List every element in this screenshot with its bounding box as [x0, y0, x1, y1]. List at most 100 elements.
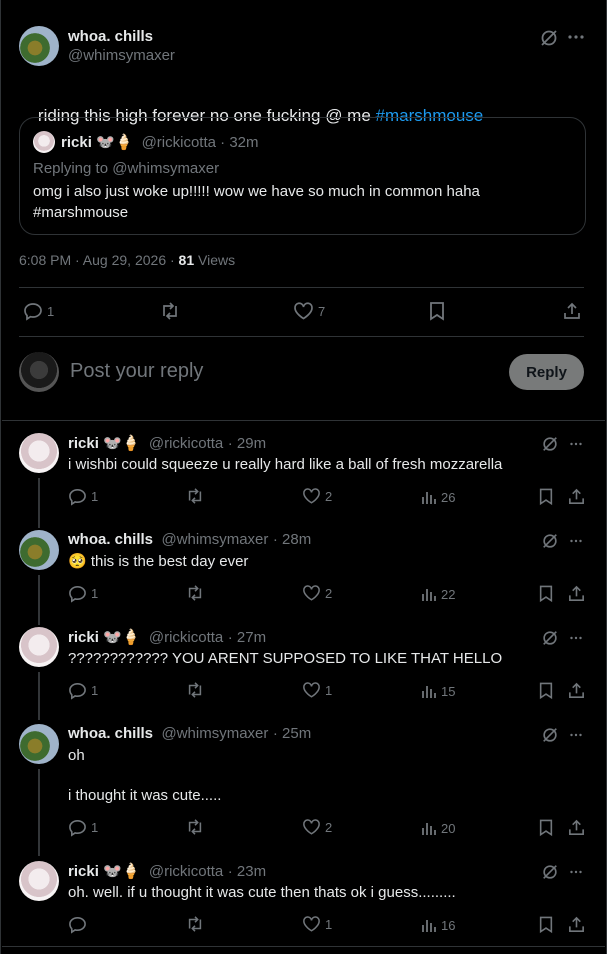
reply-action[interactable]: 1: [23, 301, 54, 321]
thread-line: [38, 478, 40, 528]
author-name[interactable]: whoa. chills: [68, 531, 153, 548]
author-name[interactable]: whoa. chills: [68, 725, 153, 742]
thread-line: [38, 575, 40, 625]
reply-header: ricki 🐭🍦 @rickicotta · 27m: [68, 628, 266, 647]
reply-action[interactable]: [68, 915, 91, 934]
reply-action[interactable]: 1: [68, 818, 98, 837]
like-count: 1: [325, 916, 333, 932]
reply-action[interactable]: 1: [68, 487, 98, 506]
share-icon: [569, 682, 584, 698]
share-action[interactable]: [567, 818, 586, 837]
author-handle[interactable]: @rickicotta: [149, 629, 223, 646]
reply-time[interactable]: · 28m: [273, 531, 311, 548]
repost-action[interactable]: [185, 915, 205, 933]
share-action[interactable]: [567, 487, 586, 506]
reply-button[interactable]: Reply: [509, 354, 584, 390]
author-name[interactable]: ricki 🐭🍦: [68, 863, 140, 880]
avatar[interactable]: [19, 433, 59, 473]
more-icon[interactable]: [568, 441, 584, 447]
author-handle[interactable]: @rickicotta: [149, 435, 223, 452]
reply-time[interactable]: · 29m: [228, 435, 266, 452]
author-handle[interactable]: @whimsymaxer: [68, 47, 175, 64]
grok-icon[interactable]: [541, 629, 559, 647]
bookmark-action[interactable]: [538, 681, 554, 700]
author-handle[interactable]: @whimsymaxer: [161, 725, 268, 742]
like-action[interactable]: 2: [302, 818, 332, 836]
bookmark-action[interactable]: [538, 487, 554, 506]
share-action[interactable]: [567, 915, 586, 934]
more-icon-icon: [570, 442, 582, 446]
my-avatar[interactable]: [19, 352, 59, 392]
reply-icon: [69, 489, 86, 506]
author-handle[interactable]: @rickicotta: [149, 863, 223, 880]
views-icon: [422, 492, 436, 504]
like-action[interactable]: 1: [302, 681, 332, 699]
reply-count: 1: [91, 489, 99, 504]
like-action[interactable]: 2: [302, 584, 332, 602]
grok-icon[interactable]: [541, 863, 559, 881]
like-icon: [303, 682, 320, 698]
more-icon[interactable]: [568, 732, 584, 738]
avatar[interactable]: [19, 861, 59, 901]
views-action[interactable]: 16: [421, 917, 455, 933]
reply-time[interactable]: · 23m: [228, 863, 266, 880]
grok-icon-icon: [543, 534, 557, 548]
grok-icon[interactable]: [539, 28, 559, 48]
author-name[interactable]: ricki 🐭🍦: [68, 629, 140, 646]
views-action[interactable]: 20: [421, 820, 455, 836]
more-icon[interactable]: [568, 635, 584, 641]
bookmark-icon[interactable]: [428, 301, 446, 321]
repost-action[interactable]: [185, 487, 205, 505]
views-label: Views: [194, 252, 236, 268]
author-block: whoa. chills @whimsymaxer: [68, 28, 175, 64]
repost-icon: [188, 488, 202, 504]
more-icon[interactable]: [568, 869, 584, 875]
bookmark-action[interactable]: [538, 915, 554, 934]
views-count: 26: [441, 489, 456, 505]
reply-time[interactable]: · 25m: [273, 725, 311, 742]
repost-action[interactable]: [185, 584, 205, 602]
views-count: 81: [178, 252, 195, 268]
share-action[interactable]: [567, 584, 586, 603]
avatar[interactable]: [19, 627, 59, 667]
author-name[interactable]: whoa. chills: [68, 28, 175, 45]
quoted-post[interactable]: ricki 🐭🍦 @rickicotta · 32m Replying to @…: [19, 117, 586, 235]
grok-icon[interactable]: [541, 435, 559, 453]
grok-icon[interactable]: [541, 726, 559, 744]
more-icon[interactable]: [567, 33, 585, 41]
reply-text: oh. well. if u thought it was cute then …: [68, 884, 456, 901]
repost-icon: [188, 585, 202, 601]
avatar[interactable]: [19, 724, 59, 764]
bookmark-action[interactable]: [538, 584, 554, 603]
avatar[interactable]: [19, 530, 59, 570]
reply-time[interactable]: · 27m: [228, 629, 266, 646]
views-action[interactable]: 26: [421, 489, 455, 505]
views-action[interactable]: 15: [421, 683, 455, 699]
more-icon[interactable]: [568, 538, 584, 544]
reply-icon: [69, 820, 86, 837]
reply-action[interactable]: 1: [68, 584, 98, 603]
author-handle[interactable]: @whimsymaxer: [161, 531, 268, 548]
repost-action[interactable]: [185, 681, 205, 699]
like-action[interactable]: 1: [302, 915, 332, 933]
post-timestamp[interactable]: 6:08 PM · Aug 29, 2026 ·: [19, 252, 179, 268]
like-count: 7: [318, 303, 326, 319]
views-icon: [422, 920, 436, 932]
reply-input[interactable]: Post your reply: [70, 360, 203, 383]
repost-icon[interactable]: [159, 301, 181, 321]
like-action[interactable]: 7: [293, 301, 325, 321]
author-name[interactable]: ricki 🐭🍦: [68, 435, 140, 452]
share-action[interactable]: [567, 681, 586, 700]
avatar[interactable]: [19, 26, 59, 66]
share-icon[interactable]: [562, 301, 582, 321]
like-icon: [303, 488, 320, 504]
views-action[interactable]: 22: [421, 586, 455, 602]
like-action[interactable]: 2: [302, 487, 332, 505]
grok-icon[interactable]: [541, 532, 559, 550]
like-count: 2: [325, 488, 333, 504]
post-meta: 6:08 PM · Aug 29, 2026 · 81 Views: [19, 252, 235, 268]
reply-action[interactable]: 1: [68, 681, 98, 700]
repost-action[interactable]: [185, 818, 205, 836]
bookmark-action[interactable]: [538, 818, 554, 837]
quote-text-line1: omg i also just woke up!!!!! wow we have…: [33, 183, 480, 200]
